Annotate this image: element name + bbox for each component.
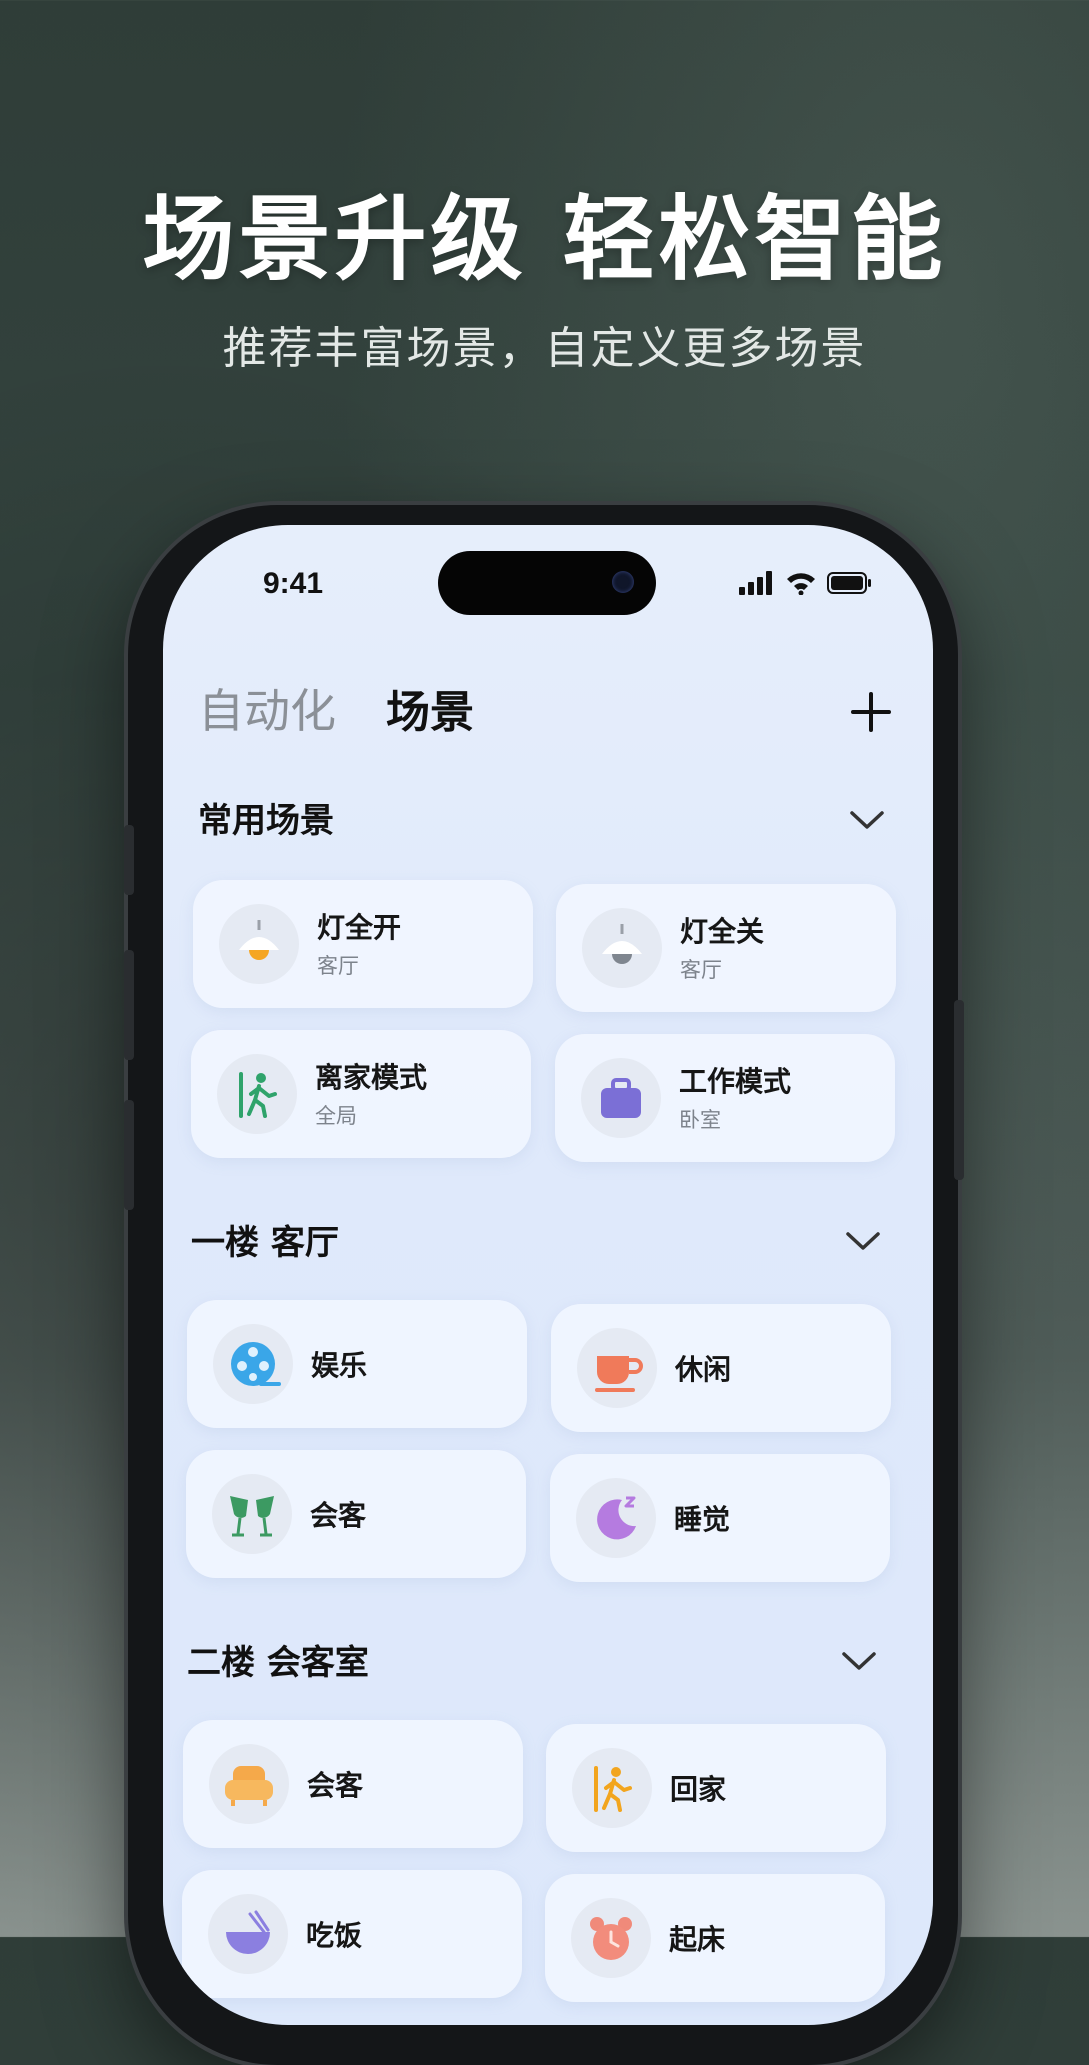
scene-name: 离家模式 xyxy=(315,1061,428,1094)
scene-name: 回家 xyxy=(670,1773,727,1806)
status-time: 9:41 xyxy=(263,567,324,600)
section-title-floor1-living: 一楼 客厅 xyxy=(191,1223,339,1263)
chevron-down-icon[interactable] xyxy=(841,1650,877,1672)
bowl-icon xyxy=(208,1894,288,1974)
scene-card-sleep[interactable]: 睡觉 xyxy=(550,1454,890,1582)
scene-name: 睡觉 xyxy=(674,1503,731,1536)
scene-name: 工作模式 xyxy=(679,1065,792,1098)
scene-card-lights-on[interactable]: 灯全开 客厅 xyxy=(193,880,533,1008)
film-reel-icon xyxy=(213,1324,293,1404)
scene-card-leisure[interactable]: 休闲 xyxy=(551,1304,891,1432)
section-title-common: 常用场景 xyxy=(198,801,334,841)
phone-power-button xyxy=(954,1000,964,1180)
scene-card-dinner[interactable]: 吃饭 xyxy=(182,1870,522,1998)
tab-scenes[interactable]: 场景 xyxy=(386,676,474,740)
scene-card-lights-off[interactable]: 灯全关 客厅 xyxy=(556,884,896,1012)
scene-name: 起床 xyxy=(669,1923,726,1956)
hero-subtitle: 推荐丰富场景，自定义更多场景 xyxy=(222,323,867,374)
chevron-down-icon[interactable] xyxy=(849,809,885,831)
scene-name: 会客 xyxy=(307,1769,364,1802)
scene-room: 客厅 xyxy=(317,954,359,978)
briefcase-icon xyxy=(581,1058,661,1138)
scene-card-work-mode[interactable]: 工作模式 卧室 xyxy=(555,1034,895,1162)
scene-card-leave-home[interactable]: 离家模式 全局 xyxy=(191,1030,531,1158)
scene-room: 客厅 xyxy=(680,958,722,982)
scene-room: 卧室 xyxy=(679,1108,721,1132)
scene-name: 会客 xyxy=(310,1499,367,1532)
scene-card-guests-2f[interactable]: 会客 xyxy=(183,1720,523,1848)
lamp-on-icon xyxy=(219,904,299,984)
lamp-off-icon xyxy=(582,908,662,988)
scene-name: 灯全开 xyxy=(317,911,402,944)
scene-card-come-home[interactable]: 回家 xyxy=(546,1724,886,1852)
scene-card-entertainment[interactable]: 娱乐 xyxy=(187,1300,527,1428)
add-scene-button[interactable] xyxy=(849,690,893,734)
dynamic-island xyxy=(438,551,656,615)
camera-icon xyxy=(612,571,634,593)
section-title-floor2-guest: 二楼 会客室 xyxy=(187,1643,369,1683)
coffee-cup-icon xyxy=(577,1328,657,1408)
hero-title: 场景升级 轻松智能 xyxy=(142,186,947,293)
sofa-icon xyxy=(209,1744,289,1824)
wifi-icon xyxy=(787,573,815,595)
phone-screen: 9:41 自动化 场景 常用场景 灯全开 客厅 灯全关 客厅 离家模式 全局 工… xyxy=(163,525,933,2025)
scene-card-guests[interactable]: 会客 xyxy=(186,1450,526,1578)
tab-bar: 自动化 场景 xyxy=(198,675,474,741)
phone-action-button xyxy=(124,825,134,895)
scene-name: 休闲 xyxy=(675,1353,732,1386)
signal-icon xyxy=(739,571,772,595)
scene-name: 灯全关 xyxy=(680,915,765,948)
battery-icon xyxy=(827,572,871,594)
wine-glasses-icon xyxy=(212,1474,292,1554)
scene-room: 全局 xyxy=(315,1104,357,1128)
tab-automation[interactable]: 自动化 xyxy=(198,675,336,741)
phone-volume-up xyxy=(124,950,134,1060)
chevron-down-icon[interactable] xyxy=(845,1230,881,1252)
leave-home-icon xyxy=(217,1054,297,1134)
alarm-clock-icon xyxy=(571,1898,651,1978)
scene-name: 娱乐 xyxy=(311,1349,368,1382)
come-home-icon xyxy=(572,1748,652,1828)
status-icons xyxy=(739,569,873,597)
phone-volume-down xyxy=(124,1100,134,1210)
scene-card-wake-up[interactable]: 起床 xyxy=(545,1874,885,2002)
moon-sleep-icon xyxy=(576,1478,656,1558)
scene-name: 吃饭 xyxy=(306,1919,363,1952)
